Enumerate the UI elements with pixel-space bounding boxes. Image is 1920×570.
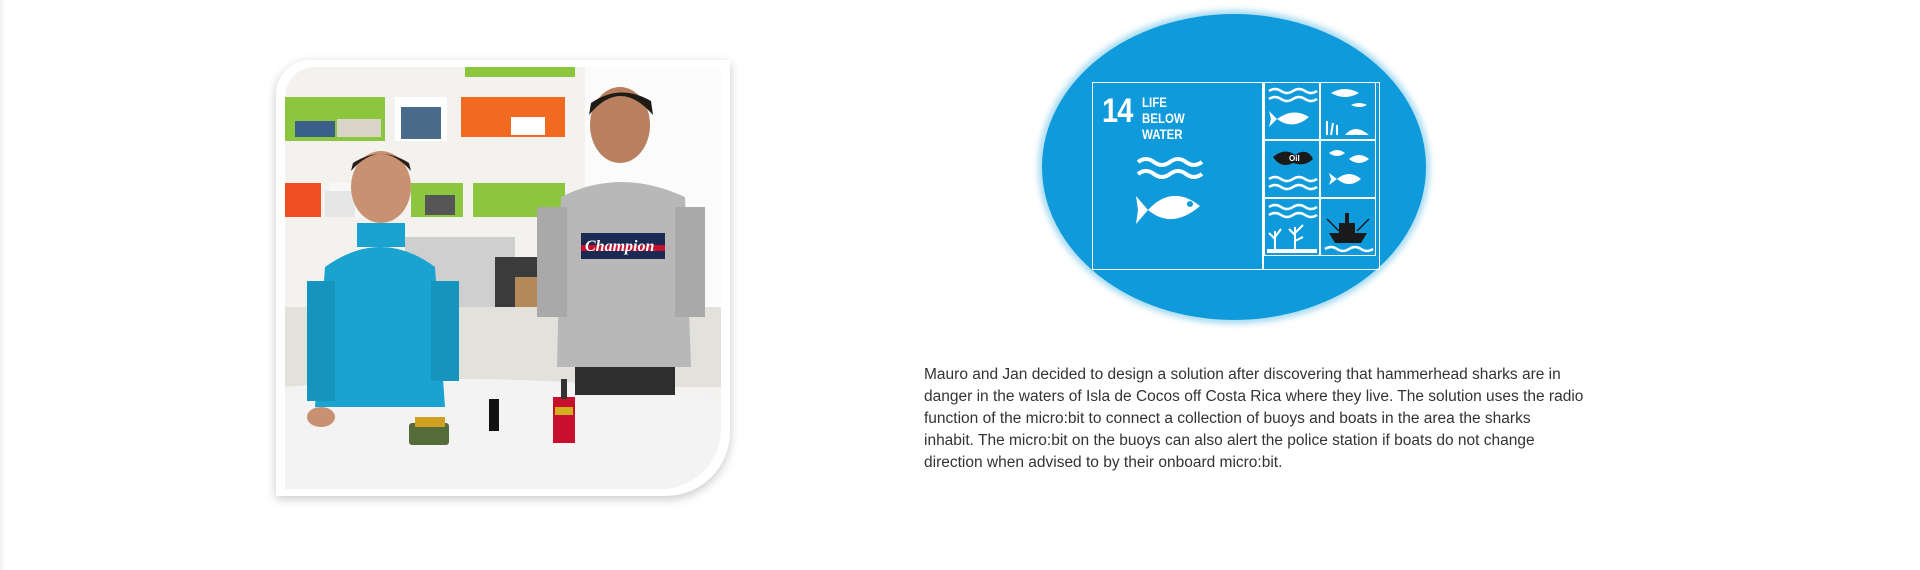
- waves-fish-icon: [1264, 82, 1320, 140]
- fish-school-icon: [1320, 140, 1376, 198]
- oil-spill-icon: Oil: [1264, 140, 1320, 198]
- page-edge-shadow: [0, 0, 6, 570]
- sdg-number: 14: [1102, 92, 1133, 130]
- student-photo-card: Champion: [276, 60, 730, 496]
- fish-jellyfish-icon: [1320, 82, 1376, 140]
- oil-label: Oil: [1289, 154, 1300, 163]
- sdg-title: LIFE BELOW WATER: [1142, 94, 1185, 142]
- waves-fish-icon: [1134, 154, 1210, 239]
- shirt-logo: Champion: [585, 238, 654, 255]
- student-photo: Champion: [285, 67, 721, 489]
- ship-icon: [1320, 198, 1376, 256]
- sdg-14-badge: 14 LIFE BELOW WATER Oil: [1042, 14, 1426, 320]
- waves-coral-icon: [1264, 198, 1320, 256]
- project-description: Mauro and Jan decided to design a soluti…: [924, 366, 1584, 471]
